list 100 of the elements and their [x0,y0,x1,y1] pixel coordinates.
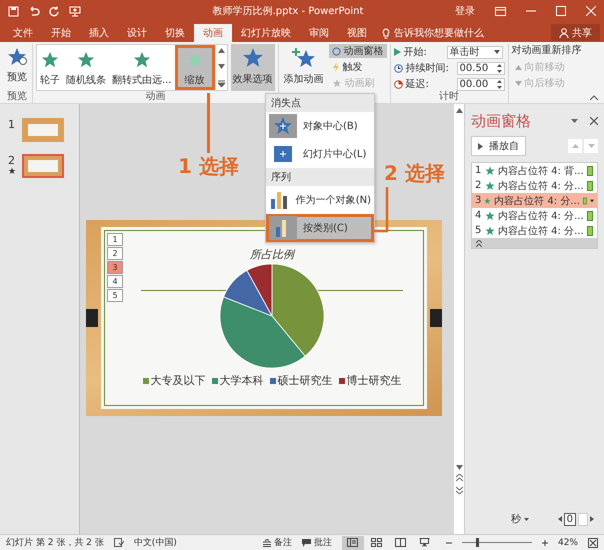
redo-icon[interactable] [49,6,60,16]
ribbon-tab[interactable]: 设计 [118,24,156,42]
scroll-down-icon[interactable] [456,465,462,470]
star-icon [77,51,95,69]
animation-tag[interactable]: 3 [107,261,123,274]
spinner-icon[interactable] [496,80,502,88]
view-button[interactable] [342,536,364,550]
animation-list-item[interactable]: 3 内容占位符 4: 分... [472,193,597,208]
zoom-in-icon[interactable] [542,540,548,546]
slide-thumbnail[interactable] [22,118,64,142]
ribbon-tab[interactable]: 幻灯片放映 [232,24,300,42]
zoom-slider-thumb[interactable] [476,538,480,547]
ribbon-tab[interactable]: 插入 [80,24,118,42]
animation-tag[interactable]: 4 [107,275,123,288]
comments-button[interactable]: 批注 [302,536,332,549]
effect-options-button[interactable]: 效果选项 [230,44,275,91]
square-plus-icon [273,144,293,164]
timing-bar-icon [586,180,593,190]
tell-me-field[interactable]: 告诉我你想要做什么 [382,24,514,42]
item-label: 内容占位符 4: 分... [498,210,584,222]
star-icon [485,180,495,190]
animation-effect[interactable]: 轮子 [37,45,63,90]
ribbon-tab[interactable]: 审阅 [300,24,338,42]
duration-value: 00.50 [460,62,488,74]
pane-options-icon[interactable] [571,119,578,123]
timeline-field[interactable]: 0 [564,512,576,526]
scroll-up-icon[interactable] [456,108,462,113]
star-icon [485,210,495,220]
leader-line [206,93,210,153]
ribbon-tab[interactable]: 切换 [156,24,194,42]
close-icon[interactable] [590,117,598,125]
login-link[interactable]: 登录 [455,4,475,18]
animation-list-item[interactable]: 4 内容占位符 4: 分... [472,208,597,223]
step-label: 2 选择 [384,160,445,187]
menu-item[interactable]: 按类别(C) [266,214,374,242]
zoom-out-icon[interactable] [446,540,452,546]
animation-pane-button[interactable]: 动画窗格 [328,44,387,58]
scroll-right-icon[interactable] [590,516,594,522]
animation-list-item[interactable]: 2 内容占位符 4: 分... [472,178,597,193]
delay-value: 00.00 [460,78,488,90]
play-icon [394,48,401,56]
delay-field[interactable]: 00.00 [456,78,505,90]
menu-item-label: 作为一个对象(N) [296,194,371,207]
bar-chart-icon [269,190,290,210]
collapse-icon[interactable] [476,240,482,246]
menu-item[interactable]: 作为一个对象(N) [266,186,374,214]
presentation-icon[interactable] [69,6,81,16]
caret-icon[interactable] [590,198,594,202]
star-play-icon [7,47,27,67]
scroll-down-icon[interactable] [218,64,225,69]
scroll-up-icon[interactable] [218,48,225,53]
time-unit-dropdown[interactable]: 秒 [511,512,529,526]
spinner-icon[interactable] [496,64,502,72]
preview-button[interactable]: 预览 [5,44,29,91]
animation-tag[interactable]: 5 [107,289,123,302]
spelling-check-icon[interactable] [114,538,124,547]
ribbon-tab[interactable]: 视图 [338,24,376,42]
item-number: 1 [475,165,482,176]
more-icon[interactable] [218,80,225,87]
notes-button[interactable]: 备注 [262,536,292,549]
menu-item-label: 幻灯片中心(L) [303,148,366,161]
duration-label: 持续时间: [406,62,450,75]
ribbon-tab[interactable]: 文件 [4,24,42,42]
item-label: 内容占位符 4: 背... [498,164,584,178]
play-from-button[interactable]: 播放自 [471,136,526,156]
zoom-level[interactable]: 42% [558,538,578,548]
next-slide-icon[interactable] [456,486,462,494]
animation-tag[interactable]: 1 [107,233,123,246]
share-button[interactable]: 共享 [551,24,600,41]
star-icon [132,51,151,69]
vertical-scrollbar[interactable] [454,104,464,534]
animation-effect[interactable]: 翻转式由远... [109,45,175,90]
legend-label: 硕士研究生 [278,373,332,388]
fit-to-window-icon[interactable] [588,538,598,548]
start-value: 单击时 [450,46,480,59]
start-dropdown[interactable]: 单击时 [446,46,503,58]
slide-thumbnail[interactable] [22,154,64,178]
save-icon[interactable] [8,6,19,16]
menu-item[interactable]: 幻灯片中心(L) [266,140,374,168]
menu-item[interactable]: 对象中心(B) [266,112,374,140]
animation-effect[interactable]: 缩放 [174,45,215,90]
previous-slide-icon[interactable] [456,474,462,482]
ribbon-tab[interactable]: 动画 [194,24,232,42]
timing-bar-icon [582,196,587,206]
animation-tag[interactable]: 2 [107,247,123,260]
duration-field[interactable]: 00.50 [456,62,505,74]
add-star-icon [292,47,316,69]
animation-effect[interactable]: 随机线条 [63,45,109,90]
ribbon-display-icon[interactable] [495,6,506,16]
star-icon [41,51,59,69]
maximize-icon[interactable] [556,6,566,16]
collapse-ribbon-icon[interactable] [590,95,598,100]
undo-icon[interactable] [28,6,40,16]
trigger-button[interactable]: 触发 [328,60,387,74]
item-label: 内容占位符 4: 分... [498,180,584,192]
language-status[interactable]: 中文(中国) [134,536,177,549]
ribbon-tab[interactable]: 开始 [42,24,80,42]
speech-bubble-icon [302,538,311,546]
animation-list-item[interactable]: 5 内容占位符 4: 分... [472,223,597,238]
animation-list-item[interactable]: 1 内容占位符 4: 背... [472,163,597,178]
